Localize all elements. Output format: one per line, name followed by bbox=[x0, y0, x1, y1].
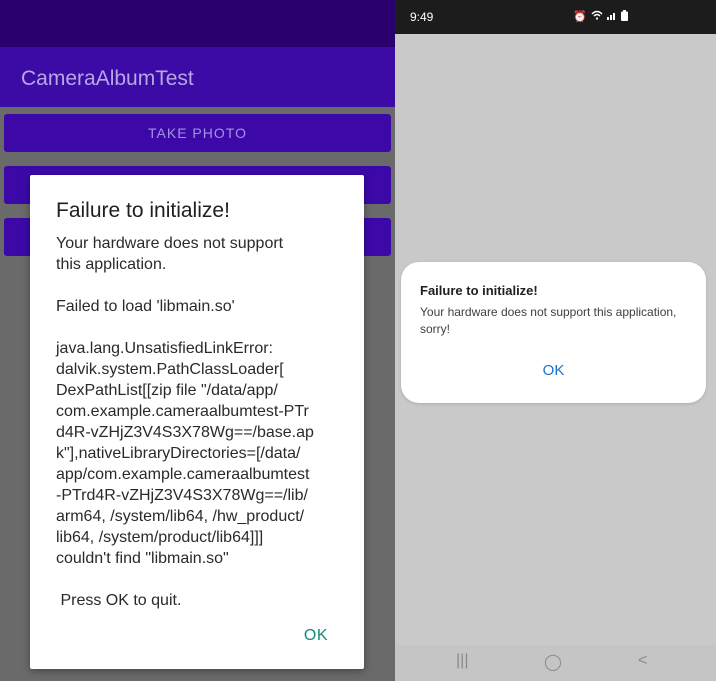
back-icon[interactable]: < bbox=[638, 652, 647, 670]
signal-icon bbox=[606, 10, 617, 24]
home-icon[interactable]: ◯ bbox=[544, 652, 562, 672]
status-time: 9:49 bbox=[410, 10, 434, 24]
status-bar: 9:49 ⏰ bbox=[395, 0, 716, 34]
ok-button[interactable]: OK bbox=[401, 362, 706, 379]
dialog-title: Failure to initialize! bbox=[56, 199, 230, 222]
take-photo-button[interactable]: TAKE PHOTO bbox=[4, 114, 391, 152]
left-phone-screen: CameraAlbumTest TAKE PHOTO Failure to in… bbox=[0, 0, 395, 681]
navigation-bar: ||| ◯ < bbox=[395, 645, 716, 681]
dialog-title: Failure to initialize! bbox=[420, 283, 538, 298]
error-dialog: Failure to initialize! Your hardware doe… bbox=[30, 175, 364, 669]
ok-button[interactable]: OK bbox=[304, 627, 328, 645]
right-phone-screen: 9:49 ⏰ Failure to initialize! Your hardw… bbox=[395, 0, 716, 681]
status-bar bbox=[0, 0, 395, 47]
battery-icon bbox=[620, 10, 628, 24]
app-title: CameraAlbumTest bbox=[21, 67, 194, 90]
recent-apps-icon[interactable]: ||| bbox=[456, 652, 468, 670]
app-bar: CameraAlbumTest bbox=[0, 47, 395, 107]
error-dialog: Failure to initialize! Your hardware doe… bbox=[401, 262, 706, 403]
dialog-message: Your hardware does not support this appl… bbox=[56, 235, 314, 609]
wifi-icon bbox=[591, 10, 603, 24]
dialog-message: Your hardware does not support this appl… bbox=[420, 305, 677, 336]
alarm-icon: ⏰ bbox=[573, 11, 587, 23]
status-icons: ⏰ bbox=[573, 10, 628, 24]
